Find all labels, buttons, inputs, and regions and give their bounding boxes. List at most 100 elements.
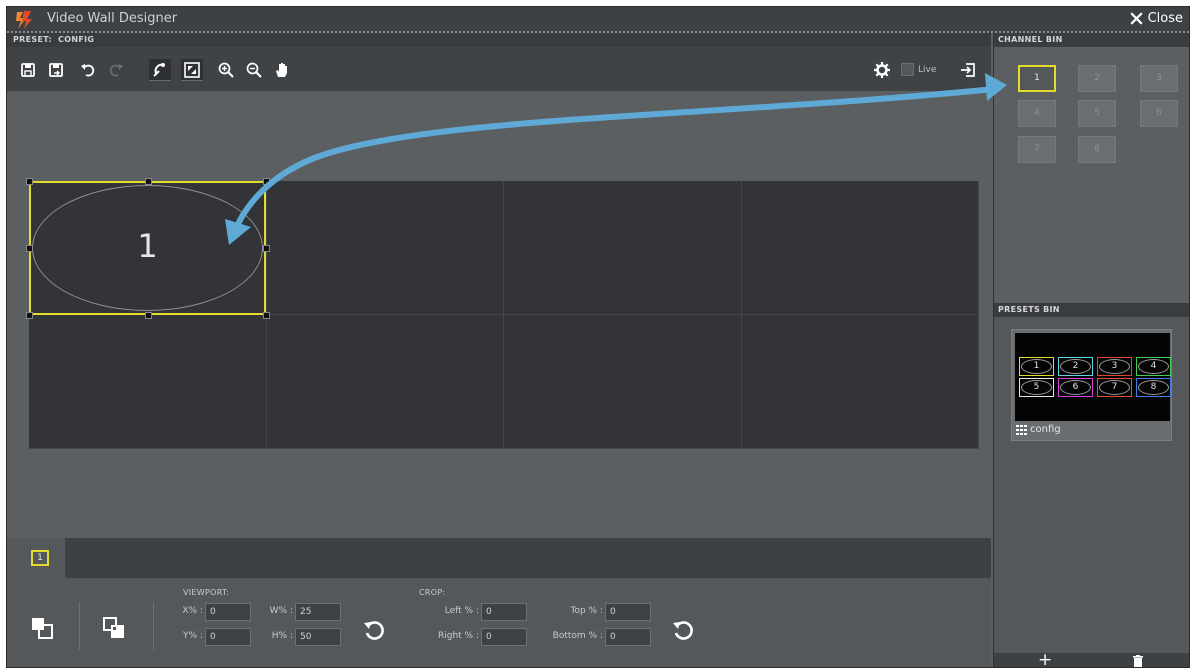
save-button[interactable] bbox=[17, 59, 39, 81]
wall-cell[interactable] bbox=[504, 315, 742, 449]
channel-tile-6[interactable]: 6 bbox=[1140, 100, 1178, 127]
redo-icon bbox=[109, 64, 123, 77]
right-label: Right % : bbox=[437, 631, 479, 641]
crop-reset-button[interactable] bbox=[671, 618, 695, 642]
design-canvas[interactable]: 1 bbox=[7, 91, 991, 538]
close-label: Close bbox=[1147, 11, 1183, 26]
channel-tile-7[interactable]: 7 bbox=[1018, 136, 1056, 163]
h-percent-field[interactable] bbox=[295, 628, 341, 646]
gear-icon bbox=[874, 62, 890, 78]
zoom-out-button[interactable] bbox=[243, 59, 265, 81]
video-window-1[interactable]: 1 bbox=[29, 181, 266, 315]
preset-name: config bbox=[1016, 424, 1061, 435]
trash-icon[interactable] bbox=[1132, 655, 1144, 667]
window-tab-label: 1 bbox=[31, 550, 49, 566]
crop-bottom-field[interactable] bbox=[605, 628, 651, 646]
add-preset-button[interactable]: + bbox=[1038, 650, 1052, 667]
w-label: W% : bbox=[269, 606, 293, 616]
right-panel: CHANNEL BIN 12345678 PRESETS BIN 1234567… bbox=[993, 33, 1189, 667]
preset-thumb-label: 3 bbox=[1099, 359, 1130, 374]
live-toggle[interactable]: Live bbox=[901, 63, 936, 76]
resize-handle-tl[interactable] bbox=[26, 178, 33, 185]
zoom-in-button[interactable] bbox=[215, 59, 237, 81]
save-icon bbox=[21, 63, 35, 77]
crop-right-field[interactable] bbox=[481, 628, 527, 646]
toolbar: Live bbox=[7, 47, 991, 91]
crop-section-label: CROP: bbox=[419, 588, 446, 597]
bring-front-button[interactable] bbox=[29, 615, 55, 641]
fit-icon bbox=[184, 61, 200, 78]
presets-bin-header: PRESETS BIN bbox=[994, 303, 1189, 317]
x-percent-field[interactable] bbox=[205, 603, 251, 621]
preset-thumb-label: 4 bbox=[1138, 359, 1169, 374]
y-label: Y% : bbox=[183, 631, 203, 641]
preset-value: CONFIG bbox=[58, 35, 95, 44]
presets-bin: 1234 5678 config bbox=[994, 317, 1189, 653]
presets-bin-footer: + bbox=[994, 650, 1189, 667]
preset-thumb-cell: 4 bbox=[1136, 357, 1171, 376]
preset-thumb-cell: 1 bbox=[1019, 357, 1054, 376]
wall-cell[interactable] bbox=[266, 315, 504, 449]
channel-tile-3[interactable]: 3 bbox=[1140, 65, 1178, 92]
wall-cell[interactable] bbox=[741, 315, 979, 449]
y-percent-field[interactable] bbox=[205, 628, 251, 646]
channel-bin-header: CHANNEL BIN bbox=[994, 33, 1189, 47]
w-percent-field[interactable] bbox=[295, 603, 341, 621]
x-label: X% : bbox=[182, 606, 203, 616]
preset-thumb-cell: 8 bbox=[1136, 378, 1171, 397]
channel-tile-8[interactable]: 8 bbox=[1078, 136, 1116, 163]
properties-panel: VIEWPORT: X% : Y% : W% : H% : CROP: Left… bbox=[7, 578, 991, 667]
video-wall-designer-window: Video Wall Designer Close PRESET: CONFIG bbox=[6, 6, 1190, 668]
viewport-reset-button[interactable] bbox=[362, 618, 386, 642]
preset-thumb-cell: 2 bbox=[1058, 357, 1093, 376]
viewport-section-label: VIEWPORT: bbox=[183, 588, 230, 597]
channel-tile-1[interactable]: 1 bbox=[1018, 65, 1056, 92]
output-button[interactable] bbox=[957, 59, 979, 81]
settings-button[interactable] bbox=[871, 59, 893, 81]
preset-thumb-cell: 6 bbox=[1058, 378, 1093, 397]
zoom-in-icon bbox=[218, 62, 234, 78]
left-label: Left % : bbox=[444, 606, 479, 616]
top-label: Top % : bbox=[570, 606, 604, 616]
fit-view-button[interactable] bbox=[181, 59, 203, 81]
close-button[interactable]: Close bbox=[1124, 11, 1183, 26]
divider bbox=[79, 602, 80, 650]
channel-tile-2[interactable]: 2 bbox=[1078, 65, 1116, 92]
preset-thumb-label: 6 bbox=[1060, 380, 1091, 395]
resize-handle-bl[interactable] bbox=[26, 312, 33, 319]
crop-left-field[interactable] bbox=[481, 603, 527, 621]
tools-close-icon bbox=[1130, 12, 1142, 25]
zoom-out-icon bbox=[246, 62, 262, 78]
resize-handle-tr[interactable] bbox=[263, 178, 270, 185]
preset-card-config[interactable]: 1234 5678 config bbox=[1011, 329, 1172, 441]
preset-indicator: PRESET: CONFIG bbox=[7, 33, 991, 47]
undo-button[interactable] bbox=[77, 59, 99, 81]
channel-tile-4[interactable]: 4 bbox=[1018, 100, 1056, 127]
resize-handle-t[interactable] bbox=[145, 178, 152, 185]
preset-thumb-label: 2 bbox=[1060, 359, 1091, 374]
redo-button[interactable] bbox=[105, 59, 127, 81]
resize-handle-br[interactable] bbox=[263, 312, 270, 319]
crop-top-field[interactable] bbox=[605, 603, 651, 621]
title-bar: Video Wall Designer Close bbox=[7, 7, 1189, 33]
wall-cell[interactable] bbox=[504, 181, 742, 315]
live-checkbox[interactable] bbox=[901, 63, 914, 76]
wall-cell[interactable] bbox=[266, 181, 504, 315]
send-back-button[interactable] bbox=[101, 615, 127, 641]
preset-name-label: config bbox=[1030, 424, 1061, 435]
channel-tile-5[interactable]: 5 bbox=[1078, 100, 1116, 127]
resize-handle-l[interactable] bbox=[26, 245, 33, 252]
window-tab-1[interactable]: 1 bbox=[7, 538, 65, 578]
pan-button[interactable] bbox=[271, 59, 293, 81]
snap-toggle-button[interactable] bbox=[149, 59, 171, 81]
wall-cell[interactable] bbox=[29, 315, 267, 449]
preset-thumbnail: 1234 5678 bbox=[1015, 333, 1171, 421]
save-as-button[interactable] bbox=[45, 59, 67, 81]
h-label: H% : bbox=[271, 631, 293, 641]
wall-cell[interactable] bbox=[741, 181, 979, 315]
preset-thumb-cell: 3 bbox=[1097, 357, 1132, 376]
resize-handle-r[interactable] bbox=[263, 245, 270, 252]
preset-thumb-cell: 7 bbox=[1097, 378, 1132, 397]
resize-handle-b[interactable] bbox=[145, 312, 152, 319]
preset-thumb-label: 8 bbox=[1138, 380, 1169, 395]
